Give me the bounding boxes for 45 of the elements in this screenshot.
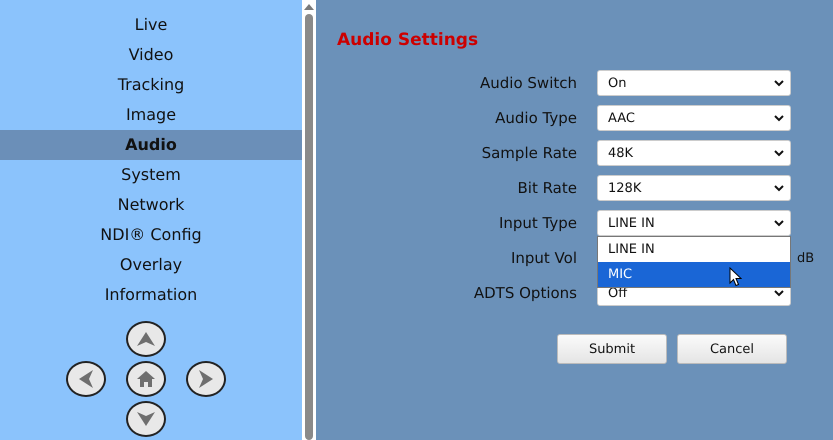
up-arrow-icon[interactable]	[304, 4, 314, 10]
nav-item[interactable]: System	[0, 160, 302, 190]
chevron-down-icon	[774, 80, 784, 86]
arrow-button[interactable]	[126, 321, 166, 357]
arrow-button[interactable]	[66, 361, 106, 397]
right-arrow-icon	[198, 369, 214, 389]
field-label: Audio Switch	[479, 74, 577, 92]
home-icon	[136, 370, 156, 388]
down-arrow-icon	[136, 411, 156, 427]
chevron-down-icon	[774, 290, 784, 296]
cancel-button[interactable]: Cancel	[677, 334, 787, 364]
left-arrow-icon	[78, 369, 94, 389]
nav-item[interactable]: Live	[0, 10, 302, 40]
submit-button[interactable]: Submit	[557, 334, 667, 364]
dropdown[interactable]: LINE IN	[597, 210, 791, 236]
nav-item[interactable]: Information	[0, 280, 302, 310]
nav-item[interactable]: Network	[0, 190, 302, 220]
field-label: Audio Type	[494, 109, 577, 127]
chevron-down-icon	[774, 220, 784, 226]
home-button[interactable]	[126, 361, 166, 397]
dropdown[interactable]: 48K	[597, 140, 791, 166]
nav-item[interactable]: Video	[0, 40, 302, 70]
chevron-down-icon	[774, 184, 784, 192]
arrow-button[interactable]	[126, 401, 166, 437]
arrow-button[interactable]	[186, 361, 226, 397]
unit-label: dB	[797, 250, 814, 266]
nav-item[interactable]: Tracking	[0, 70, 302, 100]
dropdown-option[interactable]: LINE IN	[598, 237, 790, 262]
nav-item[interactable]: Audio	[0, 130, 302, 160]
dropdown[interactable]: On	[597, 70, 791, 96]
dropdown[interactable]: 128K	[597, 175, 791, 201]
field-label: Input Vol	[510, 249, 577, 267]
dropdown-option[interactable]: MIC	[598, 262, 790, 287]
field-label: Sample Rate	[480, 144, 577, 162]
page-title: Audio Settings	[337, 30, 480, 52]
chevron-down-icon	[774, 150, 784, 156]
field-label: Bit Rate	[516, 179, 577, 197]
nav-item[interactable]: Image	[0, 100, 302, 130]
field-label: ADTS Options	[472, 284, 577, 302]
nav-item[interactable]: NDI® Config	[0, 220, 302, 250]
nav-item[interactable]: Overlay	[0, 250, 302, 280]
dropdown[interactable]: AAC	[597, 105, 791, 131]
up-arrow-icon	[136, 331, 156, 347]
field-label: Input Type	[498, 214, 577, 232]
chevron-down-icon	[774, 114, 784, 122]
